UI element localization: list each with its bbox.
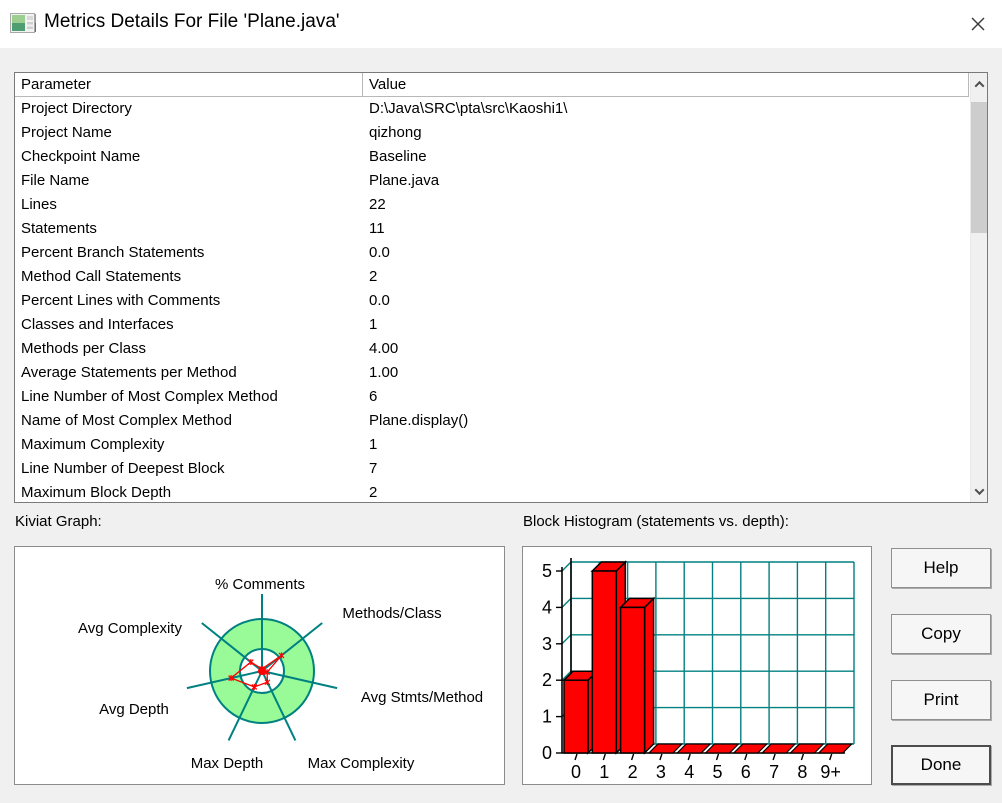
svg-text:4: 4 — [684, 762, 694, 782]
column-header-value[interactable]: Value — [363, 73, 968, 96]
parameter-cell: Maximum Complexity — [21, 436, 165, 453]
table-row[interactable]: Statements 11 — [15, 217, 969, 241]
value-cell: 1 — [369, 316, 378, 333]
value-cell: 11 — [369, 220, 385, 237]
svg-text:0: 0 — [542, 743, 552, 763]
chevron-down-icon — [974, 484, 985, 495]
table-row[interactable]: Percent Branch Statements 0.0 — [15, 241, 969, 265]
histogram-section-label: Block Histogram (statements vs. depth): — [523, 513, 789, 530]
parameter-cell: Maximum Block Depth — [21, 484, 172, 501]
value-cell: Baseline — [369, 148, 427, 165]
svg-text:3: 3 — [542, 634, 552, 654]
kiviat-section-label: Kiviat Graph: — [15, 513, 102, 530]
svg-text:6: 6 — [741, 762, 751, 782]
vertical-scrollbar[interactable] — [970, 73, 987, 502]
value-cell: 7 — [369, 460, 378, 477]
scroll-thumb[interactable] — [971, 102, 987, 233]
window-title: Metrics Details For File 'Plane.java' — [44, 11, 340, 32]
table-row[interactable]: Project Name qizhong — [15, 121, 969, 145]
parameter-cell: Methods per Class — [21, 340, 147, 357]
close-button[interactable] — [960, 6, 996, 42]
parameter-cell: Project Directory — [21, 100, 132, 117]
close-icon — [971, 17, 985, 31]
svg-text:Methods/Class: Methods/Class — [342, 605, 441, 622]
parameter-cell: Project Name — [21, 124, 112, 141]
value-cell: qizhong — [369, 124, 422, 141]
value-cell: Plane.display() — [369, 412, 469, 429]
chevron-up-icon — [974, 80, 985, 91]
table-row[interactable]: Method Call Statements 2 — [15, 265, 969, 289]
done-button[interactable]: Done — [891, 745, 991, 785]
value-cell: 0.0 — [369, 292, 390, 309]
parameter-cell: Line Number of Most Complex Method — [21, 388, 278, 405]
table-row[interactable]: Name of Most Complex Method Plane.display… — [15, 409, 969, 433]
svg-text:0: 0 — [571, 762, 581, 782]
svg-text:Avg Depth: Avg Depth — [99, 701, 169, 718]
svg-text:5: 5 — [712, 762, 722, 782]
svg-text:9+: 9+ — [820, 762, 841, 782]
value-cell: 4.00 — [369, 340, 399, 357]
parameter-cell: Percent Branch Statements — [21, 244, 205, 261]
svg-text:3: 3 — [656, 762, 666, 782]
table-row[interactable]: Average Statements per Method 1.00 — [15, 361, 969, 385]
table-row[interactable]: Maximum Complexity 1 — [15, 433, 969, 457]
dialog-window: Metrics Details For File 'Plane.java' Pa… — [0, 0, 1002, 803]
svg-text:2: 2 — [628, 762, 638, 782]
value-cell: 22 — [369, 196, 386, 213]
value-cell: 1 — [369, 436, 378, 453]
svg-text:% Comments: % Comments — [215, 576, 305, 593]
table-row[interactable]: Methods per Class 4.00 — [15, 337, 969, 361]
svg-text:5: 5 — [542, 561, 552, 581]
copy-button[interactable]: Copy — [891, 614, 991, 654]
svg-text:1: 1 — [599, 762, 609, 782]
value-cell: Plane.java — [369, 172, 440, 189]
parameter-cell: Checkpoint Name — [21, 148, 141, 165]
value-cell: 6 — [369, 388, 378, 405]
parameter-cell: Statements — [21, 220, 97, 237]
table-row[interactable]: Classes and Interfaces 1 — [15, 313, 969, 337]
svg-text:1: 1 — [542, 707, 552, 727]
svg-text:8: 8 — [797, 762, 807, 782]
titlebar: Metrics Details For File 'Plane.java' — [0, 0, 1002, 48]
parameter-cell: Line Number of Deepest Block — [21, 460, 225, 477]
table-row[interactable]: File Name Plane.java — [15, 169, 969, 193]
svg-text:7: 7 — [769, 762, 779, 782]
table-header: Parameter Value — [15, 73, 969, 97]
histogram-chart: 0 1 2 3 4 5 0 1 2 3 4 5 6 7 8 9+ — [522, 546, 872, 785]
table-row[interactable]: Line Number of Most Complex Method 6 — [15, 385, 969, 409]
table-row[interactable]: Project Directory D:\Java\SRC\pta\src\Kao… — [15, 97, 969, 121]
parameter-cell: Lines — [21, 196, 57, 213]
print-button[interactable]: Print — [891, 680, 991, 720]
parameter-cell: Percent Lines with Comments — [21, 292, 221, 309]
value-cell: D:\Java\SRC\pta\src\Kaoshi1\ — [369, 100, 568, 117]
value-cell: 1.00 — [369, 364, 399, 381]
table-row[interactable]: Percent Lines with Comments 0.0 — [15, 289, 969, 313]
column-header-parameter[interactable]: Parameter — [15, 73, 363, 96]
help-button[interactable]: Help — [891, 548, 991, 588]
app-icon — [10, 13, 36, 33]
table-row[interactable]: Checkpoint Name Baseline — [15, 145, 969, 169]
value-cell: 2 — [369, 484, 378, 501]
svg-text:Avg Complexity: Avg Complexity — [78, 620, 182, 637]
svg-text:Max Depth: Max Depth — [191, 755, 264, 772]
value-cell: 0.0 — [369, 244, 390, 261]
parameter-cell: Method Call Statements — [21, 268, 182, 285]
table-row[interactable]: Maximum Block Depth 2 — [15, 481, 969, 502]
scroll-up-button[interactable] — [971, 73, 987, 95]
table-row[interactable]: Lines 22 — [15, 193, 969, 217]
value-cell: 2 — [369, 268, 378, 285]
kiviat-chart: % Comments Methods/Class Avg Stmts/Method M… — [14, 546, 505, 785]
parameter-cell: Classes and Interfaces — [21, 316, 174, 333]
table-row[interactable]: Line Number of Deepest Block 7 — [15, 457, 969, 481]
svg-text:4: 4 — [542, 597, 552, 617]
parameter-cell: File Name — [21, 172, 90, 189]
svg-text:Max Complexity: Max Complexity — [308, 755, 415, 772]
table-rows: Project Directory D:\Java\SRC\pta\src\Kao… — [15, 97, 969, 502]
parameter-cell: Name of Most Complex Method — [21, 412, 232, 429]
svg-text:2: 2 — [542, 670, 552, 690]
svg-text:Avg Stmts/Method: Avg Stmts/Method — [361, 689, 483, 706]
parameter-cell: Average Statements per Method — [21, 364, 237, 381]
metrics-table[interactable]: Parameter Value Project Directory D:\Java… — [14, 72, 988, 503]
scroll-down-button[interactable] — [971, 480, 987, 502]
